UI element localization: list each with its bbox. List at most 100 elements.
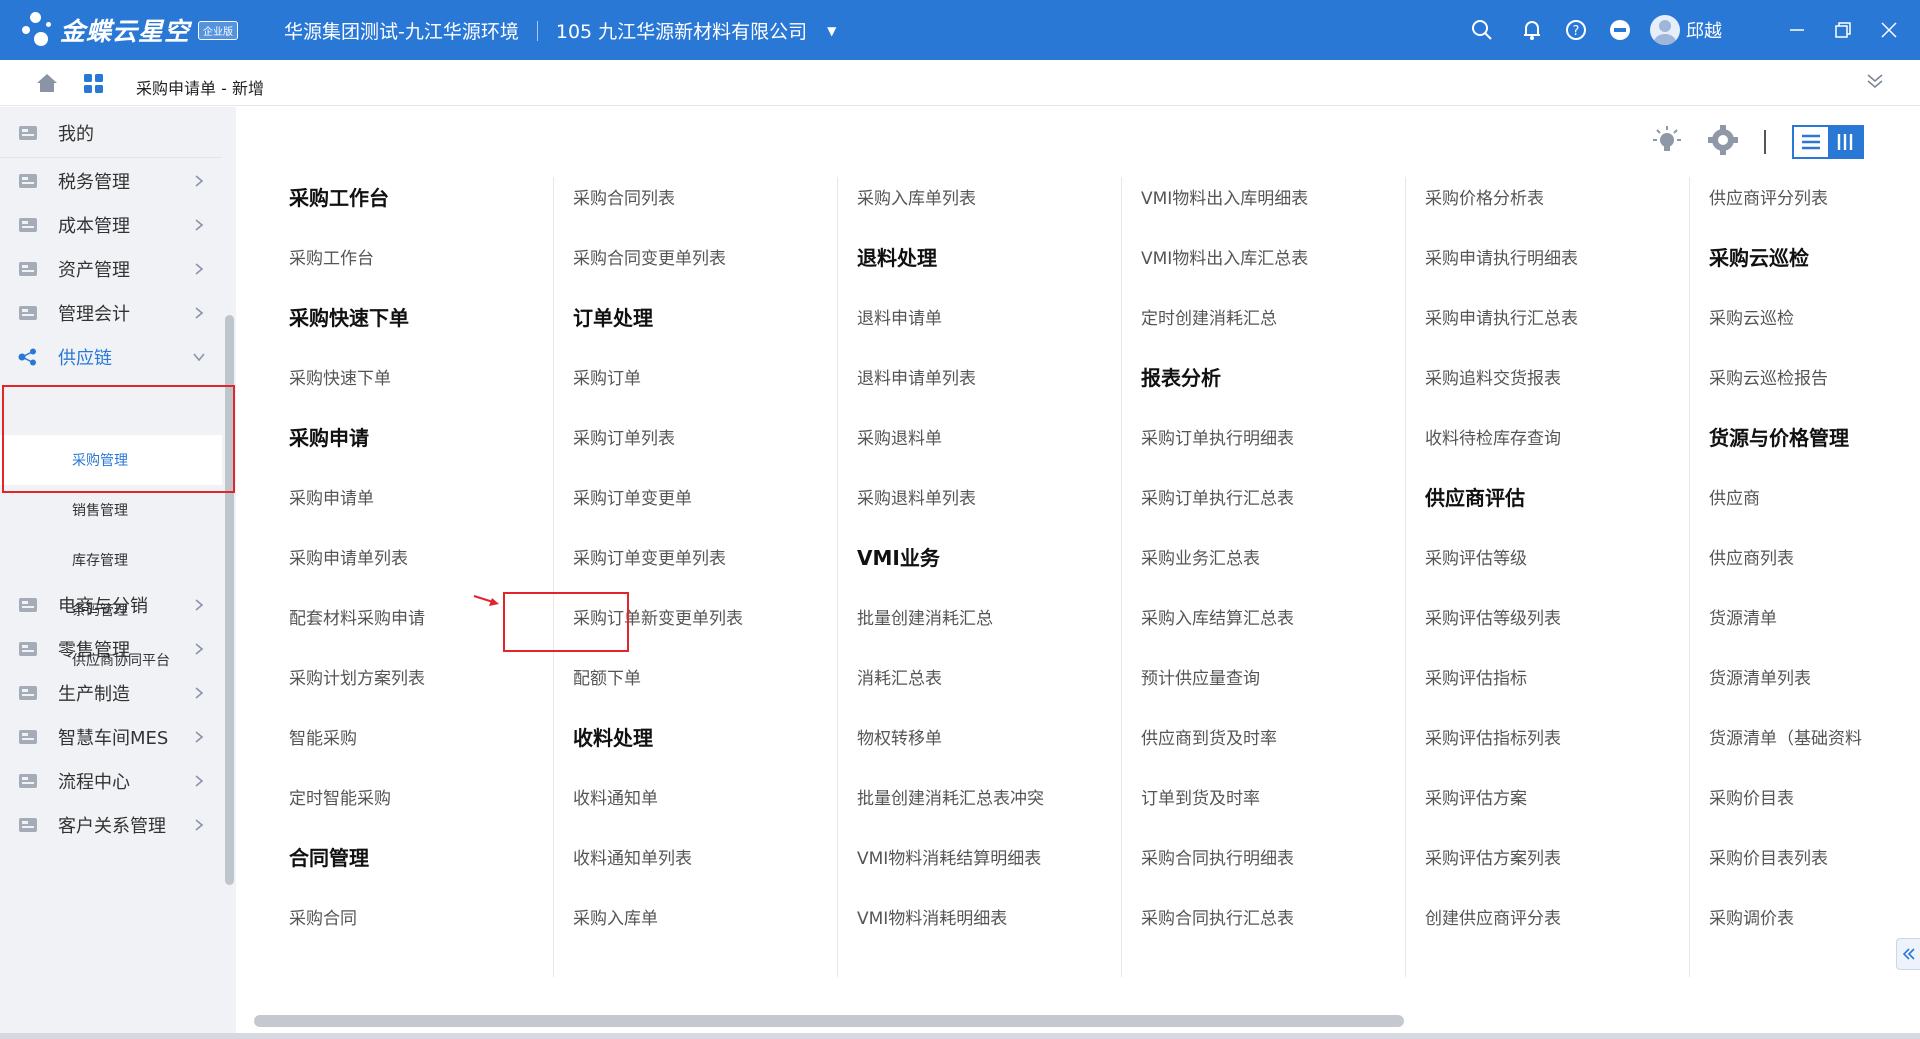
menu-link[interactable]: 创建供应商评分表 bbox=[1425, 904, 1561, 929]
sidebar-item-5[interactable]: 供应链 bbox=[0, 330, 222, 384]
settings-gear-icon[interactable] bbox=[1708, 125, 1738, 159]
menu-link[interactable]: 供应商到货及时率 bbox=[1141, 724, 1277, 749]
menu-link[interactable]: 供应商 bbox=[1709, 484, 1760, 509]
menu-link[interactable]: 配套材料采购申请 bbox=[289, 604, 425, 629]
logo-mark-icon bbox=[20, 10, 54, 50]
app-logo[interactable]: 金蝶云星空 企业版 bbox=[20, 8, 239, 52]
menu-link[interactable]: VMI物料消耗结算明细表 bbox=[857, 844, 1041, 869]
menu-link[interactable]: 采购合同执行汇总表 bbox=[1141, 904, 1294, 929]
menu-link[interactable]: 采购评估等级 bbox=[1425, 544, 1527, 569]
menu-link[interactable]: 定时创建消耗汇总 bbox=[1141, 304, 1277, 329]
menu-link[interactable]: 货源清单（基础资料 bbox=[1709, 724, 1862, 749]
menu-link[interactable]: 采购申请单 bbox=[289, 484, 374, 509]
page-title[interactable]: 采购申请单 - 新增 bbox=[136, 75, 264, 99]
menu-link[interactable]: 退料申请单列表 bbox=[857, 364, 976, 389]
menu-link[interactable]: 采购价目表 bbox=[1709, 784, 1794, 809]
menu-link[interactable]: 供应商评分列表 bbox=[1709, 184, 1828, 209]
menu-link[interactable]: 订单到货及时率 bbox=[1141, 784, 1260, 809]
menu-column-5: 供应商评分列表 采购云巡检 采购云巡检 采购云巡检报告 货源与价格管理 供应商 供应商列表货… bbox=[1709, 177, 1920, 1039]
menu-link[interactable]: 采购订单变更单列表 bbox=[573, 544, 726, 569]
menu-link[interactable]: 采购入库单 bbox=[573, 904, 658, 929]
menu-link[interactable]: 消耗汇总表 bbox=[857, 664, 942, 689]
menu-link[interactable]: VMI物料消耗明细表 bbox=[857, 904, 1007, 929]
menu-link[interactable]: 供应商列表 bbox=[1709, 544, 1794, 569]
menu-link[interactable]: 采购价目表列表 bbox=[1709, 844, 1828, 869]
brand-name: 金蝶云星空 bbox=[60, 17, 191, 46]
menu-link[interactable]: 批量创建消耗汇总表冲突 bbox=[857, 784, 1044, 809]
menu-link[interactable]: VMI物料出入库汇总表 bbox=[1141, 244, 1308, 269]
menu-link[interactable]: 采购评估指标列表 bbox=[1425, 724, 1561, 749]
menu-link[interactable]: 采购评估方案 bbox=[1425, 784, 1527, 809]
user-menu[interactable]: 邱越 bbox=[1650, 15, 1722, 45]
menu-link[interactable]: 采购评估方案列表 bbox=[1425, 844, 1561, 869]
close-button[interactable] bbox=[1866, 0, 1912, 60]
menu-link[interactable]: 采购退料单 bbox=[857, 424, 942, 449]
menu-link[interactable]: 预计供应量查询 bbox=[1141, 664, 1260, 689]
org-switcher[interactable]: 华源集团测试-九江华源环境 105 九江华源新材料有限公司 ▼ bbox=[284, 17, 836, 44]
menu-link[interactable]: 采购入库结算汇总表 bbox=[1141, 604, 1294, 629]
menu-link[interactable]: 采购评估等级列表 bbox=[1425, 604, 1561, 629]
menu-link[interactable]: 采购订单变更单 bbox=[573, 484, 692, 509]
sidebar-subitem-4[interactable]: 供应商协同平台 bbox=[0, 635, 222, 685]
search-icon[interactable] bbox=[1470, 18, 1494, 42]
apps-grid-icon[interactable] bbox=[84, 74, 104, 98]
menu-link[interactable]: 配额下单 bbox=[573, 664, 641, 689]
help-icon[interactable]: ? bbox=[1564, 18, 1588, 42]
list-view-icon[interactable] bbox=[1794, 127, 1828, 157]
chevron-double-down-icon[interactable] bbox=[1866, 72, 1884, 94]
chevron-double-left-icon[interactable] bbox=[1896, 938, 1920, 970]
menu-link[interactable]: 采购评估指标 bbox=[1425, 664, 1527, 689]
menu-link[interactable]: 收料待检库存查询 bbox=[1425, 424, 1561, 449]
sidebar-item-label: 管理会计 bbox=[58, 304, 130, 325]
menu-link[interactable]: 采购云巡检 bbox=[1709, 304, 1794, 329]
menu-link[interactable]: 采购订单执行明细表 bbox=[1141, 424, 1294, 449]
menu-link[interactable]: 采购合同 bbox=[289, 904, 357, 929]
menu-link[interactable]: 采购价格分析表 bbox=[1425, 184, 1544, 209]
sidebar-subitem-2[interactable]: 库存管理 bbox=[0, 535, 222, 585]
menu-link[interactable]: 采购合同变更单列表 bbox=[573, 244, 726, 269]
menu-link[interactable]: 采购入库单列表 bbox=[857, 184, 976, 209]
menu-link[interactable]: 采购退料单列表 bbox=[857, 484, 976, 509]
menu-link[interactable]: 采购申请单列表 bbox=[289, 544, 408, 569]
menu-link[interactable]: 采购云巡检报告 bbox=[1709, 364, 1828, 389]
menu-link[interactable]: 退料申请单 bbox=[857, 304, 942, 329]
menu-link[interactable]: 采购计划方案列表 bbox=[289, 664, 425, 689]
sidebar-subitem-3[interactable]: 条码管理 bbox=[0, 585, 222, 635]
menu-link[interactable]: 采购合同列表 bbox=[573, 184, 675, 209]
menu-link[interactable]: 采购合同执行明细表 bbox=[1141, 844, 1294, 869]
column-view-icon[interactable] bbox=[1828, 127, 1862, 157]
bell-icon[interactable] bbox=[1520, 18, 1544, 42]
restore-button[interactable] bbox=[1820, 0, 1866, 60]
menu-group-heading: 供应商评估 bbox=[1425, 486, 1525, 510]
menu-link[interactable]: 采购调价表 bbox=[1709, 904, 1794, 929]
minimize-button[interactable] bbox=[1774, 0, 1820, 60]
menu-link[interactable]: 采购追料交货报表 bbox=[1425, 364, 1561, 389]
menu-link[interactable]: 定时智能采购 bbox=[289, 784, 391, 809]
lightbulb-icon[interactable] bbox=[1652, 125, 1682, 159]
menu-link[interactable]: 智能采购 bbox=[289, 724, 357, 749]
menu-link[interactable]: 采购订单执行汇总表 bbox=[1141, 484, 1294, 509]
home-icon[interactable] bbox=[36, 73, 58, 97]
menu-link[interactable]: 收料通知单 bbox=[573, 784, 658, 809]
sidebar-item-11[interactable]: 客户关系管理 bbox=[0, 798, 222, 852]
menu-link[interactable]: 采购申请执行汇总表 bbox=[1425, 304, 1578, 329]
menu-link[interactable]: 采购快速下单 bbox=[289, 364, 391, 389]
menu-link[interactable]: 物权转移单 bbox=[857, 724, 942, 749]
minus-circle-icon[interactable] bbox=[1608, 18, 1632, 42]
menu-group-heading: 采购快速下单 bbox=[289, 306, 409, 330]
menu-link[interactable]: VMI物料出入库明细表 bbox=[1141, 184, 1308, 209]
menu-link[interactable]: 采购工作台 bbox=[289, 244, 374, 269]
horizontal-scrollbar[interactable] bbox=[254, 1015, 1874, 1027]
menu-link[interactable]: 采购业务汇总表 bbox=[1141, 544, 1260, 569]
sidebar-item-0[interactable]: 我的 bbox=[0, 107, 222, 160]
menu-link[interactable]: 货源清单 bbox=[1709, 604, 1777, 629]
menu-link[interactable]: 采购订单 bbox=[573, 364, 641, 389]
menu-link[interactable]: 收料通知单列表 bbox=[573, 844, 692, 869]
menu-link[interactable]: 采购订单列表 bbox=[573, 424, 675, 449]
sidebar-scrollbar[interactable] bbox=[224, 207, 234, 887]
caret-down-icon[interactable]: ▼ bbox=[827, 24, 836, 38]
menu-link[interactable]: 批量创建消耗汇总 bbox=[857, 604, 993, 629]
menu-link[interactable]: 采购申请执行明细表 bbox=[1425, 244, 1578, 269]
menu-link[interactable]: 货源清单列表 bbox=[1709, 664, 1811, 689]
column-divider bbox=[1689, 177, 1690, 977]
